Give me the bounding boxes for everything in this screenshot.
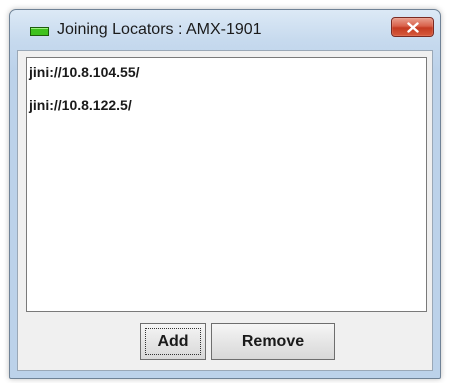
title-bar[interactable]: Joining Locators : AMX-1901 [10, 10, 440, 50]
green-status-icon [30, 27, 49, 36]
locator-list-item[interactable]: jini://10.8.104.55/ [27, 59, 426, 92]
locator-list[interactable]: jini://10.8.104.55/ jini://10.8.122.5/ [26, 57, 427, 312]
joining-locators-window: Joining Locators : AMX-1901 jini://10.8.… [9, 9, 441, 379]
close-icon [407, 22, 419, 33]
add-button[interactable]: Add [140, 323, 206, 360]
remove-button[interactable]: Remove [211, 323, 335, 360]
add-button-label: Add [157, 332, 189, 350]
dialog-content: jini://10.8.104.55/ jini://10.8.122.5/ A… [17, 50, 433, 371]
window-title: Joining Locators : AMX-1901 [57, 21, 262, 38]
locator-list-item[interactable]: jini://10.8.122.5/ [27, 92, 426, 125]
close-button[interactable] [391, 17, 434, 37]
